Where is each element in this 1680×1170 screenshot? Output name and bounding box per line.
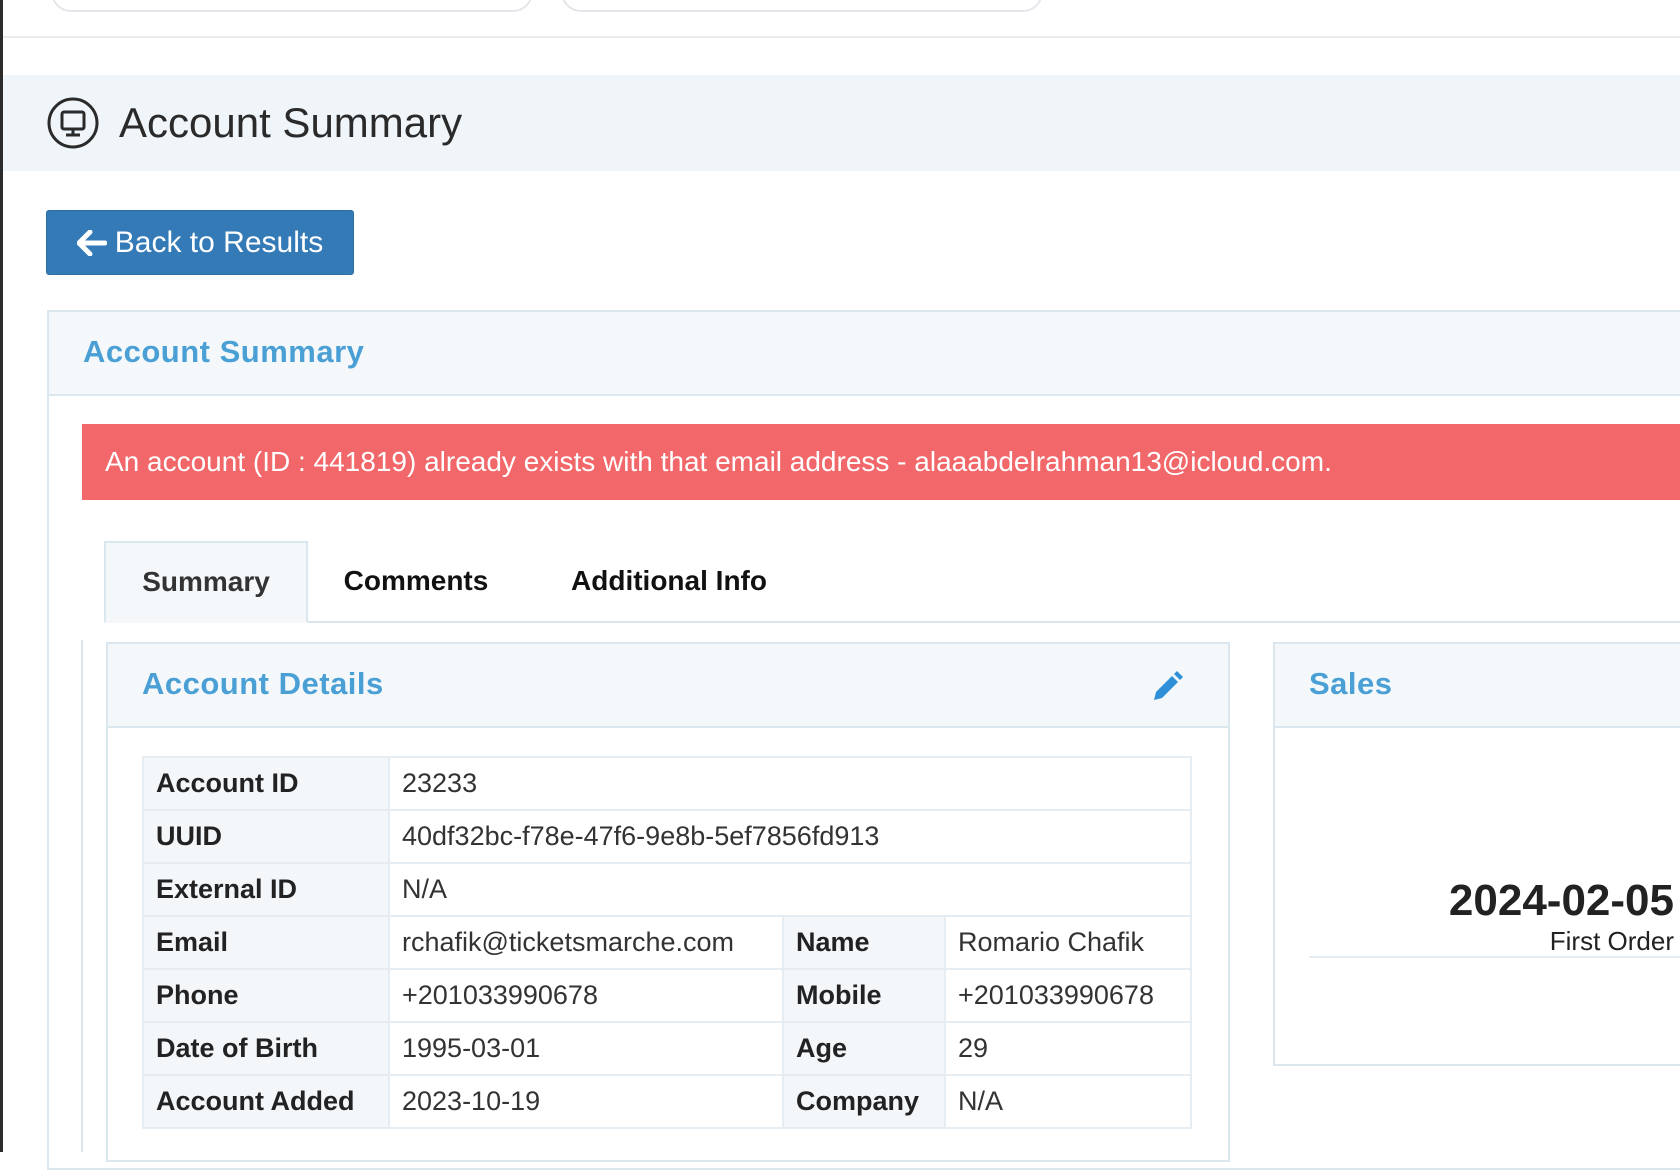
account-added-value: 2023-10-19	[388, 1074, 784, 1129]
name-value: Romario Chafik	[944, 915, 1192, 970]
dob-label: Date of Birth	[142, 1021, 390, 1076]
table-row: Email rchafik@ticketsmarche.com Name Rom…	[142, 915, 1192, 970]
sales-card: Sales 2024-02-05 First Order	[1273, 642, 1680, 1066]
phone-value: +201033990678	[388, 968, 784, 1023]
dob-value: 1995-03-01	[388, 1021, 784, 1076]
mobile-value: +201033990678	[944, 968, 1192, 1023]
account-id-label: Account ID	[142, 756, 390, 811]
top-field-2[interactable]	[561, 0, 1043, 12]
panel-title: Account Summary	[83, 334, 365, 369]
external-id-label: External ID	[142, 862, 390, 917]
tab-bar: Summary Comments Additional Info	[104, 541, 1680, 623]
sales-heading: Sales	[1275, 644, 1680, 728]
age-value: 29	[944, 1021, 1192, 1076]
email-label: Email	[142, 915, 390, 970]
top-field-1[interactable]	[51, 0, 533, 12]
account-details-table: Account ID 23233 UUID 40df32bc-f78e-47f6…	[142, 756, 1192, 1129]
table-row: Date of Birth 1995-03-01 Age 29	[142, 1021, 1192, 1076]
table-row: UUID 40df32bc-f78e-47f6-9e8b-5ef7856fd91…	[142, 809, 1192, 864]
table-row: Phone +201033990678 Mobile +201033990678	[142, 968, 1192, 1023]
account-details-card: Account Details Account ID 23233 UUID 40…	[106, 642, 1230, 1162]
table-row: Account ID 23233	[142, 756, 1192, 811]
tab-summary-label: Summary	[142, 566, 270, 597]
external-id-value: N/A	[388, 862, 1192, 917]
sales-divider	[1309, 956, 1680, 958]
top-bar	[3, 0, 1680, 38]
page-title: Account Summary	[119, 99, 463, 146]
table-row: Account Added 2023-10-19 Company N/A	[142, 1074, 1192, 1129]
alert-message: An account (ID : 441819) already exists …	[105, 446, 1332, 477]
back-button-label: Back to Results	[114, 225, 324, 259]
first-order-label: First Order	[1549, 926, 1674, 956]
account-added-label: Account Added	[142, 1074, 390, 1129]
table-row: External ID N/A	[142, 862, 1192, 917]
name-label: Name	[782, 915, 946, 970]
tab-additional-info-label: Additional Info	[571, 565, 767, 596]
account-id-value: 23233	[388, 756, 1192, 811]
tab-additional-info[interactable]: Additional Info	[544, 541, 794, 621]
tab-pane-border	[81, 640, 83, 1152]
email-value: rchafik@ticketsmarche.com	[388, 915, 784, 970]
tab-summary[interactable]: Summary	[104, 541, 308, 623]
mobile-label: Mobile	[782, 968, 946, 1023]
panel-heading: Account Summary	[49, 312, 1680, 396]
phone-label: Phone	[142, 968, 390, 1023]
company-label: Company	[782, 1074, 946, 1129]
first-order-date: 2024-02-05	[1448, 876, 1674, 925]
arrow-left-icon	[76, 229, 107, 256]
error-alert: An account (ID : 441819) already exists …	[82, 424, 1680, 500]
company-value: N/A	[944, 1074, 1192, 1129]
desktop-icon	[47, 97, 99, 149]
uuid-value: 40df32bc-f78e-47f6-9e8b-5ef7856fd913	[388, 809, 1192, 864]
sales-title: Sales	[1309, 666, 1393, 701]
tab-comments-label: Comments	[343, 565, 489, 596]
tab-comments[interactable]: Comments	[316, 541, 516, 621]
account-details-title: Account Details	[142, 666, 384, 701]
back-to-results-button[interactable]: Back to Results	[46, 210, 354, 275]
uuid-label: UUID	[142, 809, 390, 864]
window-left-edge	[0, 0, 3, 1152]
account-details-heading: Account Details	[108, 644, 1228, 728]
pencil-icon[interactable]	[1150, 670, 1184, 704]
page-header: Account Summary	[3, 75, 1680, 171]
age-label: Age	[782, 1021, 946, 1076]
